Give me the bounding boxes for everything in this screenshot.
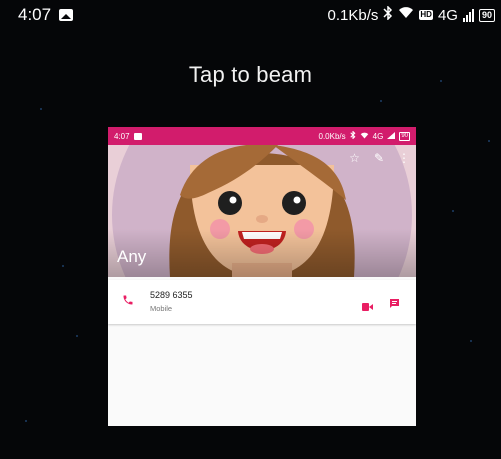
network-type: 4G: [437, 6, 458, 24]
battery-indicator: 90: [478, 8, 495, 22]
preview-bluetooth-icon: [349, 130, 356, 141]
network-speed: 0.1Kb/s: [327, 6, 379, 24]
phone-entry-row[interactable]: 5289 6355 Mobile: [108, 280, 416, 324]
phone-icon: [122, 293, 134, 311]
wifi-icon: [398, 6, 414, 24]
preview-wifi-icon: [360, 132, 369, 141]
preview-network-speed: 0.0Kb/s: [318, 131, 346, 141]
bluetooth-icon: [383, 4, 393, 25]
hd-badge: HD: [419, 10, 433, 20]
edit-icon[interactable]: ✎: [374, 151, 384, 165]
preview-battery-indicator: 90: [399, 131, 410, 141]
preview-network-type: 4G: [372, 131, 384, 141]
more-options-icon[interactable]: ⋮: [398, 151, 410, 165]
preview-image-notification-icon: [133, 132, 142, 140]
star-icon[interactable]: ☆: [349, 151, 360, 165]
header-actions: ☆ ✎ ⋮: [349, 151, 410, 165]
video-call-icon[interactable]: [362, 298, 373, 316]
message-icon[interactable]: [389, 296, 400, 314]
preview-signal-icon: [387, 131, 396, 141]
image-notification-icon: [59, 9, 74, 21]
phone-type-label: Mobile: [150, 304, 173, 313]
beam-preview-card[interactable]: 4:07 0.0Kb/s 4G 90 ☆ ✎ ⋮ Any 5289 6355 M…: [108, 127, 416, 426]
phone-number[interactable]: 5289 6355: [150, 290, 193, 300]
contact-name: Any: [117, 247, 147, 266]
signal-strength-icon: [462, 8, 474, 22]
status-bar: 4:07 0.1Kb/s HD 4G 90: [0, 0, 501, 30]
contact-header: ☆ ✎ ⋮ Any: [108, 145, 416, 277]
beam-title: Tap to beam: [188, 62, 313, 87]
preview-status-bar: 4:07 0.0Kb/s 4G 90: [108, 127, 416, 145]
status-time: 4:07: [18, 5, 52, 24]
preview-status-time: 4:07: [114, 131, 130, 141]
